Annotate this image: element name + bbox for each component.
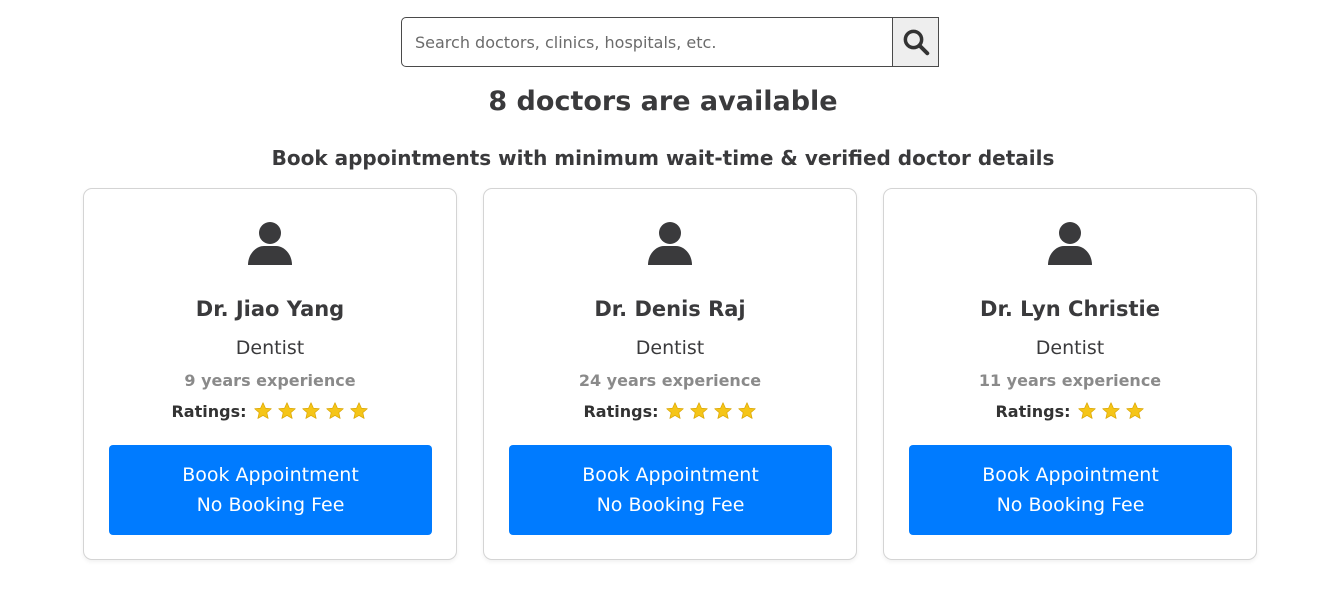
booking-fee-label: No Booking Fee <box>996 494 1145 516</box>
doctor-specialty: Dentist <box>635 337 705 359</box>
ratings-label: Ratings: <box>995 401 1071 421</box>
doctor-name: Dr. Jiao Yang <box>195 297 345 321</box>
star-icon <box>277 402 296 419</box>
star-icon <box>665 402 684 419</box>
star-icon <box>713 402 732 419</box>
book-appointment-button[interactable]: Book Appointment No Booking Fee <box>509 445 832 535</box>
doctor-specialty: Dentist <box>1035 337 1105 359</box>
star-rating <box>253 401 369 421</box>
star-icon <box>349 402 368 419</box>
doctor-experience: 24 years experience <box>578 371 762 390</box>
doctor-ratings: Ratings: <box>84 401 456 421</box>
doctor-card: Dr. Denis Raj Dentist 24 years experienc… <box>483 188 857 560</box>
star-rating <box>1077 401 1145 421</box>
star-icon <box>1125 402 1144 419</box>
user-icon <box>1048 222 1092 265</box>
star-icon <box>301 402 320 419</box>
star-icon <box>325 402 344 419</box>
star-icon <box>737 402 756 419</box>
doctor-card: Dr. Jiao Yang Dentist 9 years experience… <box>83 188 457 560</box>
doctor-ratings: Ratings: <box>484 401 856 421</box>
search-button[interactable] <box>893 17 939 67</box>
search-input[interactable] <box>401 17 893 67</box>
doctor-ratings: Ratings: <box>884 401 1256 421</box>
doctor-experience: 11 years experience <box>978 371 1162 390</box>
user-icon <box>248 222 292 265</box>
doctor-name: Dr. Denis Raj <box>594 297 746 321</box>
star-icon <box>1101 402 1120 419</box>
ratings-label: Ratings: <box>171 401 247 421</box>
doctor-card: Dr. Lyn Christie Dentist 11 years experi… <box>883 188 1257 560</box>
user-icon <box>648 222 692 265</box>
star-icon <box>253 402 272 419</box>
book-appointment-button[interactable]: Book Appointment No Booking Fee <box>909 445 1232 535</box>
page-subtitle: Book appointments with minimum wait-time… <box>271 146 1055 170</box>
doctor-count-heading: 8 doctors are available <box>488 86 838 117</box>
star-icon <box>689 402 708 419</box>
star-icon <box>1077 402 1096 419</box>
book-appointment-button[interactable]: Book Appointment No Booking Fee <box>109 445 432 535</box>
book-button-label: Book Appointment <box>182 464 359 486</box>
doctor-experience: 9 years experience <box>184 371 356 390</box>
ratings-label: Ratings: <box>583 401 659 421</box>
star-rating <box>665 401 757 421</box>
book-button-label: Book Appointment <box>582 464 759 486</box>
search-icon <box>903 29 929 56</box>
book-button-label: Book Appointment <box>982 464 1159 486</box>
booking-fee-label: No Booking Fee <box>196 494 345 516</box>
doctor-specialty: Dentist <box>235 337 305 359</box>
booking-fee-label: No Booking Fee <box>596 494 745 516</box>
doctor-name: Dr. Lyn Christie <box>980 297 1160 321</box>
search-bar <box>401 17 939 67</box>
